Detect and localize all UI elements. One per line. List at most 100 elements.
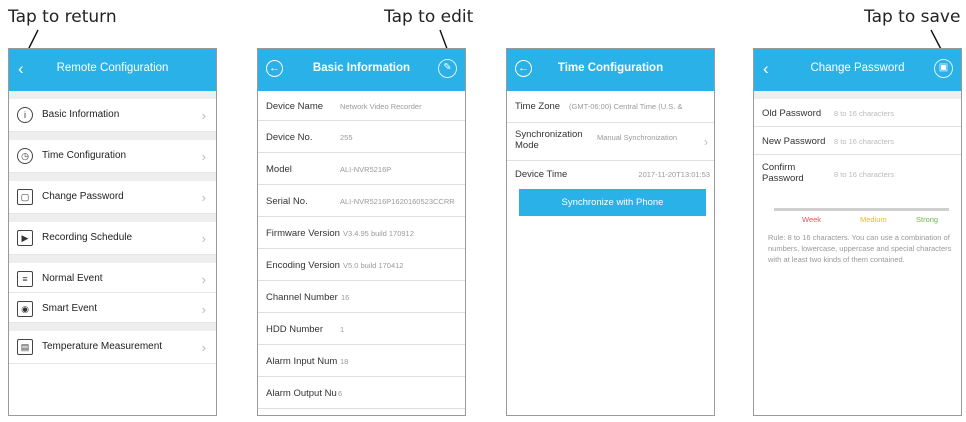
screen-basic-information: ← Basic Information ✎ Device Name Networ… bbox=[257, 48, 466, 416]
clock-icon: ◷ bbox=[17, 148, 33, 164]
header-bar: ‹ Remote Configuration bbox=[9, 49, 216, 91]
info-row-alarm-output: Alarm Output Nu 6 bbox=[258, 377, 465, 409]
header-bar: ← Time Configuration bbox=[507, 49, 714, 91]
chevron-right-icon: › bbox=[201, 302, 206, 317]
divider bbox=[9, 173, 216, 181]
row-value: Network Video Recorder bbox=[340, 102, 422, 111]
row-value: 18 bbox=[340, 357, 349, 366]
field-label: Old Password bbox=[762, 108, 822, 119]
row-label: Time Zone bbox=[515, 101, 561, 112]
field-label: New Password bbox=[762, 136, 826, 147]
row-label: Device No. bbox=[266, 132, 313, 143]
info-row-firmware-version: Firmware Version V3.4.95 build 170912 bbox=[258, 217, 465, 249]
old-password-input[interactable]: 8 to 16 characters bbox=[834, 109, 894, 118]
info-row-model: Model ALI-NVR5216P bbox=[258, 153, 465, 185]
divider bbox=[9, 255, 216, 263]
menu-item-label: Normal Event bbox=[42, 273, 103, 284]
menu-item-label: Temperature Measurement bbox=[42, 341, 163, 352]
row-label: Synchronization Mode bbox=[515, 129, 583, 151]
row-label: Channel Number bbox=[266, 292, 338, 303]
old-password-field[interactable]: Old Password 8 to 16 characters bbox=[754, 99, 961, 127]
chevron-right-icon: › bbox=[201, 190, 206, 205]
row-label: Model bbox=[266, 164, 292, 175]
new-password-input[interactable]: 8 to 16 characters bbox=[834, 137, 894, 146]
page-title: Time Configuration bbox=[557, 62, 664, 74]
row-value: 6 bbox=[338, 389, 343, 398]
divider bbox=[9, 214, 216, 222]
info-row-channel-number: Channel Number 16 bbox=[258, 281, 465, 313]
field-label: Confirm Password bbox=[762, 162, 804, 184]
recording-icon: ▶ bbox=[17, 230, 33, 246]
menu-item-normal-event[interactable]: ≡ Normal Event › bbox=[9, 263, 216, 293]
divider bbox=[754, 91, 961, 99]
row-label: Encoding Version bbox=[266, 260, 340, 271]
screen-change-password: ‹ Change Password ▣ Old Password 8 to 16… bbox=[753, 48, 962, 416]
info-row-alarm-input: Alarm Input Num 18 bbox=[258, 345, 465, 377]
time-zone-value: (GMT-06:00) Central Time (U.S. & bbox=[569, 102, 683, 111]
sync-mode-value: Manual Synchronization bbox=[597, 133, 678, 142]
row-value: ALI-NVR5216P bbox=[340, 165, 392, 174]
menu-item-label: Smart Event bbox=[42, 303, 98, 314]
row-value: 1 bbox=[340, 325, 345, 334]
row-value: 255 bbox=[340, 133, 353, 142]
row-value: ALI-NVR5216P1620160523CCRR bbox=[340, 197, 455, 206]
row-label: Serial No. bbox=[266, 196, 308, 207]
info-icon: i bbox=[17, 107, 33, 123]
chevron-right-icon: › bbox=[704, 135, 708, 149]
smart-event-icon: ◉ bbox=[17, 301, 33, 317]
password-strength-bar bbox=[774, 208, 949, 211]
strength-strong-label: Strong bbox=[916, 215, 939, 224]
time-zone-row[interactable]: Time Zone (GMT-06:00) Central Time (U.S.… bbox=[507, 91, 714, 123]
chevron-right-icon: › bbox=[201, 149, 206, 164]
menu-item-change-password[interactable]: ▢ Change Password › bbox=[9, 181, 216, 214]
strength-weak-label: Week bbox=[802, 215, 822, 224]
page-title: Remote Configuration bbox=[56, 62, 169, 74]
row-label: Device Time bbox=[515, 169, 568, 180]
menu-item-label: Recording Schedule bbox=[42, 232, 133, 243]
row-label: Alarm Output Nu bbox=[266, 388, 337, 399]
divider bbox=[9, 91, 216, 99]
menu-item-recording-schedule[interactable]: ▶ Recording Schedule › bbox=[9, 222, 216, 255]
synchronize-with-phone-button[interactable]: Synchronize with Phone bbox=[519, 189, 706, 216]
new-password-field[interactable]: New Password 8 to 16 characters bbox=[754, 127, 961, 155]
row-label: Firmware Version bbox=[266, 228, 340, 239]
menu-item-label: Change Password bbox=[42, 191, 124, 202]
chevron-right-icon: › bbox=[201, 108, 206, 123]
chevron-right-icon: › bbox=[201, 231, 206, 246]
confirm-password-input[interactable]: 8 to 16 characters bbox=[834, 170, 894, 179]
screen-time-configuration: ← Time Configuration Time Zone (GMT-06:0… bbox=[506, 48, 715, 416]
row-label: Alarm Input Num bbox=[266, 356, 338, 367]
edit-icon[interactable]: ✎ bbox=[438, 59, 457, 78]
lock-icon: ▢ bbox=[17, 189, 33, 205]
row-value: 16 bbox=[341, 293, 350, 302]
menu-item-basic-information[interactable]: i Basic Information › bbox=[9, 99, 216, 132]
sync-mode-row[interactable]: Synchronization Mode Manual Synchronizat… bbox=[507, 123, 714, 161]
list-icon: ≡ bbox=[17, 271, 33, 287]
confirm-password-field[interactable]: Confirm Password 8 to 16 characters bbox=[754, 155, 961, 193]
save-icon[interactable]: ▣ bbox=[934, 59, 953, 78]
screen-remote-configuration: ‹ Remote Configuration i Basic Informati… bbox=[8, 48, 217, 416]
info-row-device-no: Device No. 255 bbox=[258, 121, 465, 153]
info-row-device-name: Device Name Network Video Recorder bbox=[258, 91, 465, 121]
info-row-encoding-version: Encoding Version V5.0 build 170412 bbox=[258, 249, 465, 281]
device-time-row: Device Time 2017-11-20T13:01:53 bbox=[507, 161, 714, 188]
chevron-right-icon: › bbox=[201, 272, 206, 287]
menu-item-temperature-measurement[interactable]: ▤ Temperature Measurement › bbox=[9, 331, 216, 364]
header-bar: ‹ Change Password ▣ bbox=[754, 49, 961, 91]
row-label: Device Name bbox=[266, 101, 324, 112]
menu-item-label: Time Configuration bbox=[42, 150, 127, 161]
divider bbox=[9, 323, 216, 331]
strength-medium-label: Medium bbox=[860, 215, 887, 224]
temperature-icon: ▤ bbox=[17, 339, 33, 355]
row-label: HDD Number bbox=[266, 324, 324, 335]
page-title: Basic Information bbox=[312, 62, 411, 74]
menu-item-time-configuration[interactable]: ◷ Time Configuration › bbox=[9, 140, 216, 173]
row-value: V5.0 build 170412 bbox=[343, 261, 404, 270]
password-rule-text: Rule: 8 to 16 characters. You can use a … bbox=[768, 233, 952, 264]
header-bar: ← Basic Information ✎ bbox=[258, 49, 465, 91]
info-row-serial-no: Serial No. ALI-NVR5216P1620160523CCRR bbox=[258, 185, 465, 217]
divider bbox=[9, 132, 216, 140]
info-row-hdd-number: HDD Number 1 bbox=[258, 313, 465, 345]
chevron-right-icon: › bbox=[201, 340, 206, 355]
menu-item-smart-event[interactable]: ◉ Smart Event › bbox=[9, 293, 216, 323]
